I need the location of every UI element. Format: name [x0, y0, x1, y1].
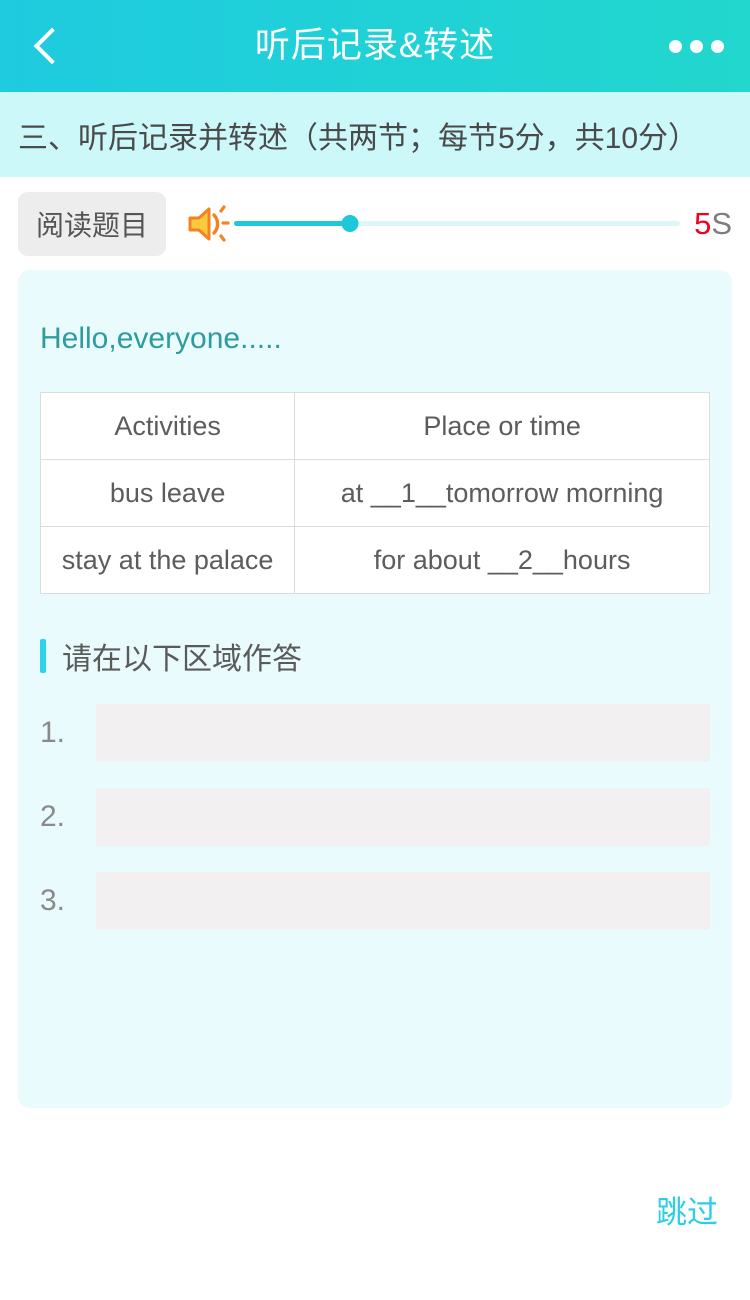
- table-row: stay at the palace for about __2__hours: [39, 526, 710, 594]
- more-dots-icon: [689, 39, 703, 53]
- read-question-button[interactable]: 阅读题目: [18, 191, 167, 256]
- answer-number: 1.: [40, 716, 66, 749]
- table-cell: at __1__tomorrow morning: [294, 459, 710, 527]
- answer-input-2[interactable]: [96, 788, 710, 846]
- screen-root: 听后记录&转述 三、听后记录并转述（共两节；每节5分，共10分） 阅读题目 5S…: [0, 0, 750, 1300]
- progress-thumb[interactable]: [341, 215, 359, 232]
- countdown-timer: 5S: [694, 206, 732, 242]
- answer-input-3[interactable]: [96, 872, 710, 930]
- audio-progress-slider[interactable]: [234, 201, 681, 247]
- app-header: 听后记录&转述: [0, 0, 750, 92]
- more-options-button[interactable]: [658, 0, 734, 92]
- answer-row: 3.: [40, 872, 710, 930]
- accent-bar: [40, 639, 46, 673]
- chevron-left-icon: [33, 27, 71, 65]
- back-button[interactable]: [10, 0, 86, 92]
- skip-button[interactable]: 跳过: [656, 1187, 718, 1232]
- table-row: bus leave at __1__tomorrow morning: [39, 459, 710, 527]
- table-header-cell: Activities: [39, 392, 296, 460]
- question-card: Hello,everyone..... Activities Place or …: [18, 270, 732, 1108]
- footer-bar: 跳过: [0, 1118, 750, 1300]
- page-title: 听后记录&转述: [254, 26, 496, 65]
- answer-number: 3.: [40, 884, 66, 917]
- table-header-row: Activities Place or time: [39, 392, 710, 460]
- timer-unit: S: [711, 205, 732, 241]
- answer-number: 2.: [40, 800, 66, 833]
- table-cell: stay at the palace: [39, 526, 296, 594]
- passage-greeting: Hello,everyone.....: [40, 322, 282, 355]
- answer-input-1[interactable]: [96, 704, 710, 762]
- section-banner: 三、听后记录并转述（共两节；每节5分，共10分）: [0, 92, 750, 177]
- section-banner-text: 三、听后记录并转述（共两节；每节5分，共10分）: [18, 121, 699, 155]
- answer-section-title: 请在以下区域作答: [62, 643, 302, 676]
- answer-row: 2.: [40, 788, 710, 846]
- answer-row: 1.: [40, 704, 710, 762]
- progress-fill: [234, 221, 350, 226]
- table-header-cell: Place or time: [294, 392, 710, 460]
- notes-table: Activities Place or time bus leave at __…: [39, 392, 710, 594]
- speaker-icon[interactable]: [184, 201, 230, 247]
- timer-number: 5: [694, 205, 712, 241]
- more-dots-icon: [668, 39, 682, 53]
- more-dots-icon: [710, 39, 724, 53]
- table-cell: for about __2__hours: [294, 526, 710, 594]
- answer-section-header: 请在以下区域作答: [40, 634, 710, 678]
- table-cell: bus leave: [39, 459, 296, 527]
- audio-control-row: 阅读题目 5S: [0, 177, 750, 270]
